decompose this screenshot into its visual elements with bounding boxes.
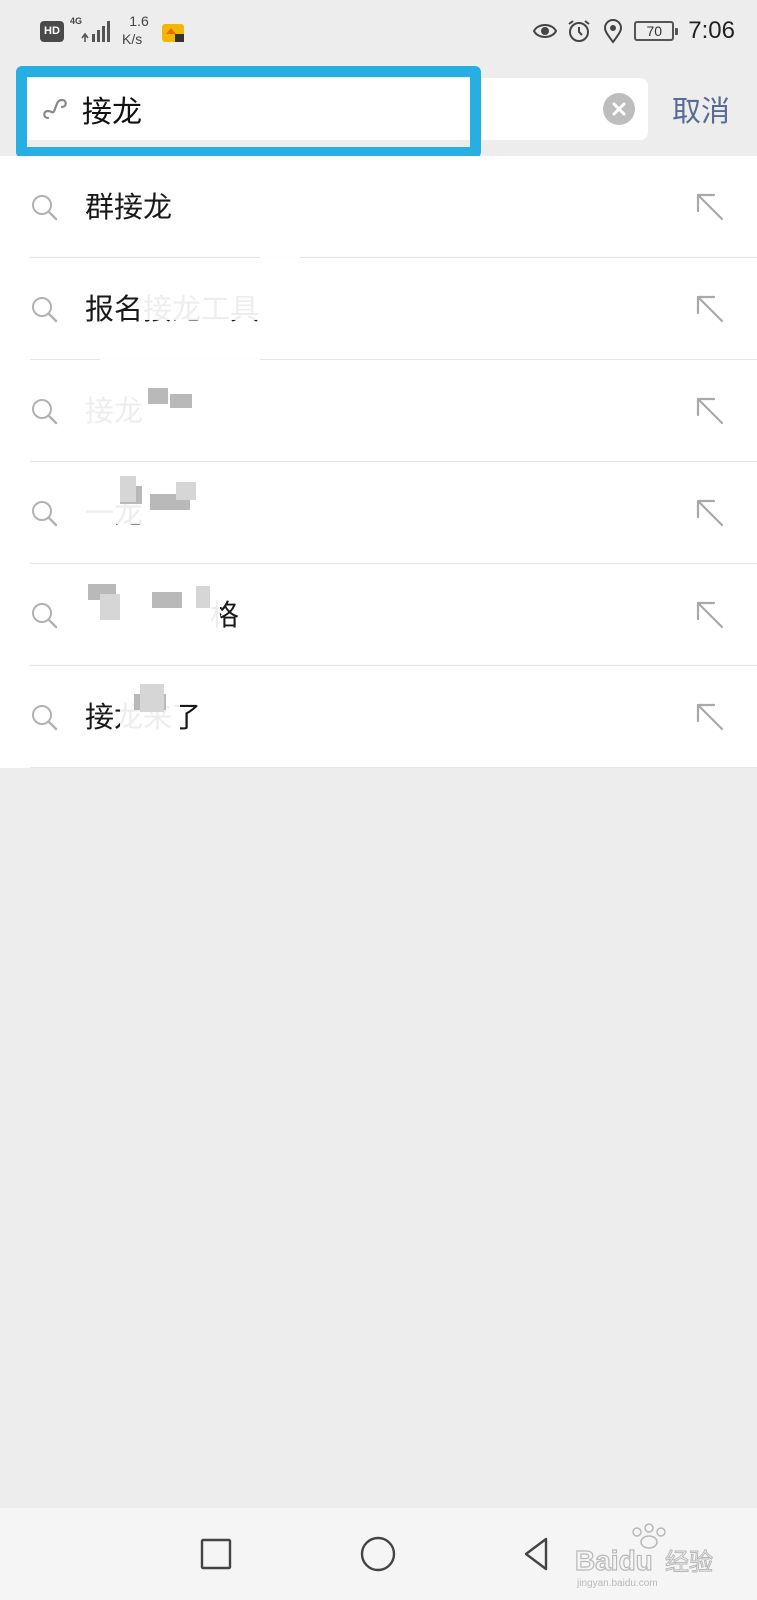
alarm-clock-icon [568,20,590,42]
watermark-brand: Baidu [575,1545,653,1576]
app-notification-icon [162,24,184,42]
search-box[interactable] [20,78,648,140]
suggestion-item[interactable]: 格 [0,564,757,666]
search-input[interactable] [82,86,602,132]
row-divider [30,767,757,768]
watermark-suffix: 经验 [665,1548,713,1576]
suggestion-label: 接龙 [85,394,144,428]
search-header: 取消 [0,62,757,158]
watermark-site: jingyan.baidu.com [576,1578,658,1589]
suggestion-item[interactable]: 一龙 [0,462,757,564]
status-bar: HD 4G 1.6 K/s 70 7:06 [0,0,757,62]
home-circle-icon[interactable] [356,1532,400,1576]
suggestion-label: 报名接龙工具 [85,292,260,326]
search-icon [32,195,58,221]
network-speed: 1.6 K/s [122,12,156,48]
recent-apps-square-icon[interactable] [194,1532,238,1576]
suggestion-label: 接龙来了 [85,700,202,734]
suggestion-item[interactable]: 接龙 [0,360,757,462]
fill-query-arrow-icon[interactable] [690,595,730,635]
clock-time: 7:06 [688,17,735,44]
system-navigation-bar: Baidu 经验 jingyan.baidu.com [0,1508,757,1600]
suggestion-label: 格 [210,598,240,632]
back-triangle-icon[interactable] [516,1532,560,1576]
suggestion-item[interactable]: 群接龙 [0,156,757,258]
location-pin-icon [604,19,623,44]
eye-icon [533,24,558,38]
search-icon [32,399,58,425]
cancel-button[interactable]: 取消 [672,86,742,132]
fill-query-arrow-icon[interactable] [690,289,730,329]
battery-level: 70 [634,21,679,41]
close-icon [612,102,626,116]
suggestion-item[interactable]: 报名接龙工具 [0,258,757,360]
fill-query-arrow-icon[interactable] [690,391,730,431]
fill-query-arrow-icon[interactable] [690,187,730,227]
clear-search-button[interactable] [603,93,635,125]
speed-value: 1.6 [129,13,149,29]
status-icons-right: 70 7:06 [532,14,735,48]
paw-logo-icon: Baidu 经验 jingyan.baidu.com [574,1523,714,1589]
search-icon [32,297,58,323]
mini-program-icon [43,98,67,120]
suggestion-label: 群接龙 [85,190,173,224]
signal-strength-icon [81,21,110,42]
search-icon [32,603,58,629]
fill-query-arrow-icon[interactable] [690,697,730,737]
hd-badge: HD [40,21,64,42]
fill-query-arrow-icon[interactable] [690,493,730,533]
suggestion-item[interactable]: 接龙来了 [0,666,757,768]
search-icon [32,501,58,527]
suggestion-label: 一龙 [85,496,144,530]
speed-unit: K/s [122,31,143,47]
suggestion-list: 群接龙 报名接龙工具 接龙 一龙 格 接龙来了 [0,156,757,768]
baidu-jingyan-watermark: Baidu 经验 jingyan.baidu.com [574,1520,725,1590]
search-icon [32,705,58,731]
